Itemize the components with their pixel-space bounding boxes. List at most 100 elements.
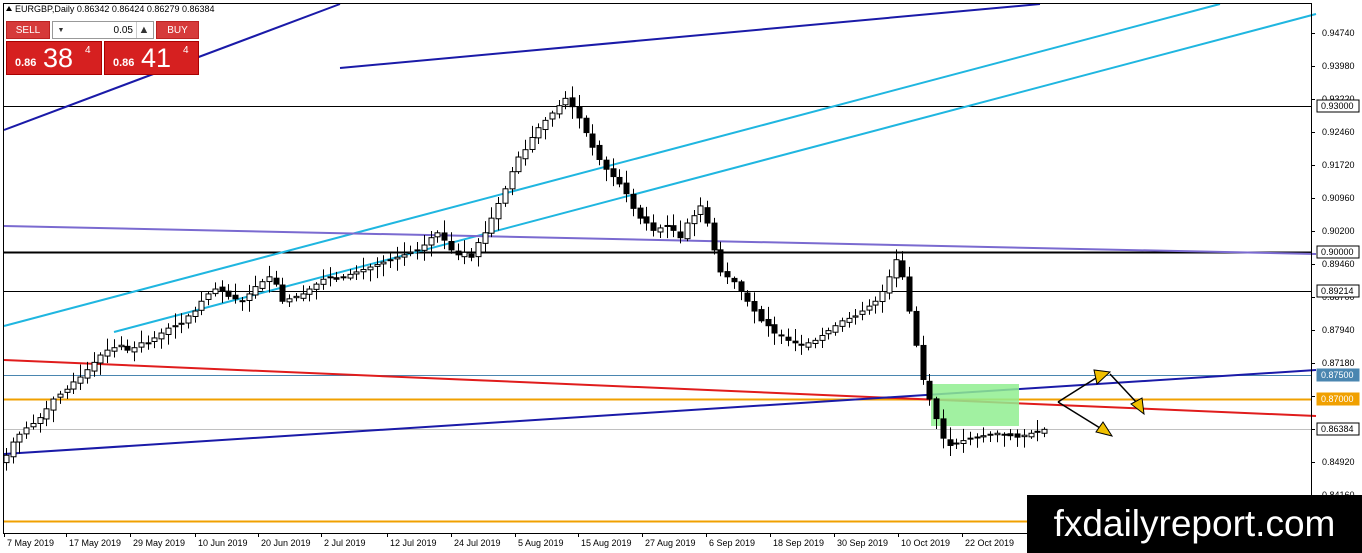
candle-body [43,408,50,420]
candle-body [158,332,165,340]
candle-body [488,217,495,234]
price-tick-label: 0.87940 [1322,325,1355,335]
candle-body [185,315,192,324]
time-tick-label: 6 Sep 2019 [709,538,755,548]
candle-body [859,310,866,315]
time-tick-label: 12 Jul 2019 [390,538,437,548]
candle-body [380,261,387,265]
candle-body [906,276,913,312]
candle-body [765,318,772,327]
candle-body [535,127,542,139]
sell-button[interactable]: SELL [6,21,50,39]
candle-body [475,242,482,258]
candle-body [832,325,839,333]
price-tick-label: 0.92460 [1322,127,1355,137]
candle-body [124,345,131,351]
candle-body [239,300,246,303]
candle-body [57,393,64,398]
candle-body [252,286,259,296]
candle-body [1007,433,1014,437]
candle-body [225,290,232,297]
time-tick-label: 27 Aug 2019 [645,538,696,548]
candle-body [670,225,677,231]
time-tick-label: 2 Jul 2019 [324,538,366,548]
price-label: 0.93000 [1321,101,1354,111]
candle-body [1041,428,1048,434]
price-tick-label: 0.89460 [1322,259,1355,269]
candle-body [893,259,900,279]
candle-body [1001,433,1008,436]
candle-body [421,244,428,251]
price-tick-label: 0.90200 [1322,226,1355,236]
candle-body [232,294,239,300]
time-tick-label: 30 Sep 2019 [837,538,888,548]
candle-body [596,144,603,160]
candle-body [691,215,698,225]
candle-body [785,336,792,341]
candle-body [131,347,138,353]
time-tick-label: 29 May 2019 [133,538,185,548]
lot-size-control: ▼ ▲ [52,21,154,39]
candle-body [1028,432,1035,438]
candle-body [852,315,859,318]
candle-body [980,435,987,438]
lot-size-input[interactable] [69,23,135,37]
candle-body [347,273,354,279]
price-label: 0.86384 [1321,424,1354,434]
candle-body [920,344,927,380]
buy-price-prefix: 0.86 [113,57,135,69]
candle-body [145,342,152,345]
increment-icon[interactable]: ▲ [136,22,151,38]
candle-body [529,136,536,150]
time-tick-label: 24 Jul 2019 [454,538,501,548]
candle-body [448,240,455,251]
candle-body [967,437,974,440]
chart-canvas[interactable]: 0.947400.939800.932200.924600.917200.909… [0,0,1362,553]
candle-body [333,277,340,280]
candle-body [111,347,118,352]
candle-body [205,293,212,300]
sell-price-button[interactable]: 0.86 38 4 [6,41,102,75]
candle-body [704,207,711,224]
candle-body [542,119,549,131]
candle-body [751,301,758,312]
candle-body [509,171,516,190]
candle-body [482,232,489,244]
candle-body [913,310,920,346]
candle-body [515,156,522,173]
price-tick-label: 0.87180 [1322,358,1355,368]
candle-body [731,277,738,283]
candle-body [138,342,145,348]
candle-body [394,256,401,260]
candle-body [353,271,360,275]
candle-body [64,388,71,393]
price-label: 0.89214 [1321,286,1354,296]
time-tick-label: 17 May 2019 [69,538,121,548]
candle-body [192,310,199,317]
candle-body [805,342,812,348]
candle-body [758,309,765,322]
candle-body [933,398,940,420]
candle-body [940,418,947,439]
candle-body [947,439,954,446]
candle-body [657,227,664,233]
candle-body [886,276,893,294]
candle-body [549,112,556,120]
chevron-down-icon[interactable]: ▼ [55,22,67,38]
buy-price-button[interactable]: 0.86 41 4 [104,41,199,75]
candle-body [778,334,785,337]
candle-body [522,149,529,160]
candle-body [603,159,610,170]
candle-body [320,278,327,285]
candle-body [367,266,374,271]
candle-body [771,324,778,334]
candle-body [414,249,421,252]
candle-body [623,182,630,195]
candle-body [10,441,17,458]
candle-body [583,117,590,134]
buy-button[interactable]: BUY [156,21,199,39]
candle-body [987,433,994,436]
candle-body [994,432,1001,436]
candle-body [266,276,273,283]
price-tick-label: 0.84920 [1322,457,1355,467]
